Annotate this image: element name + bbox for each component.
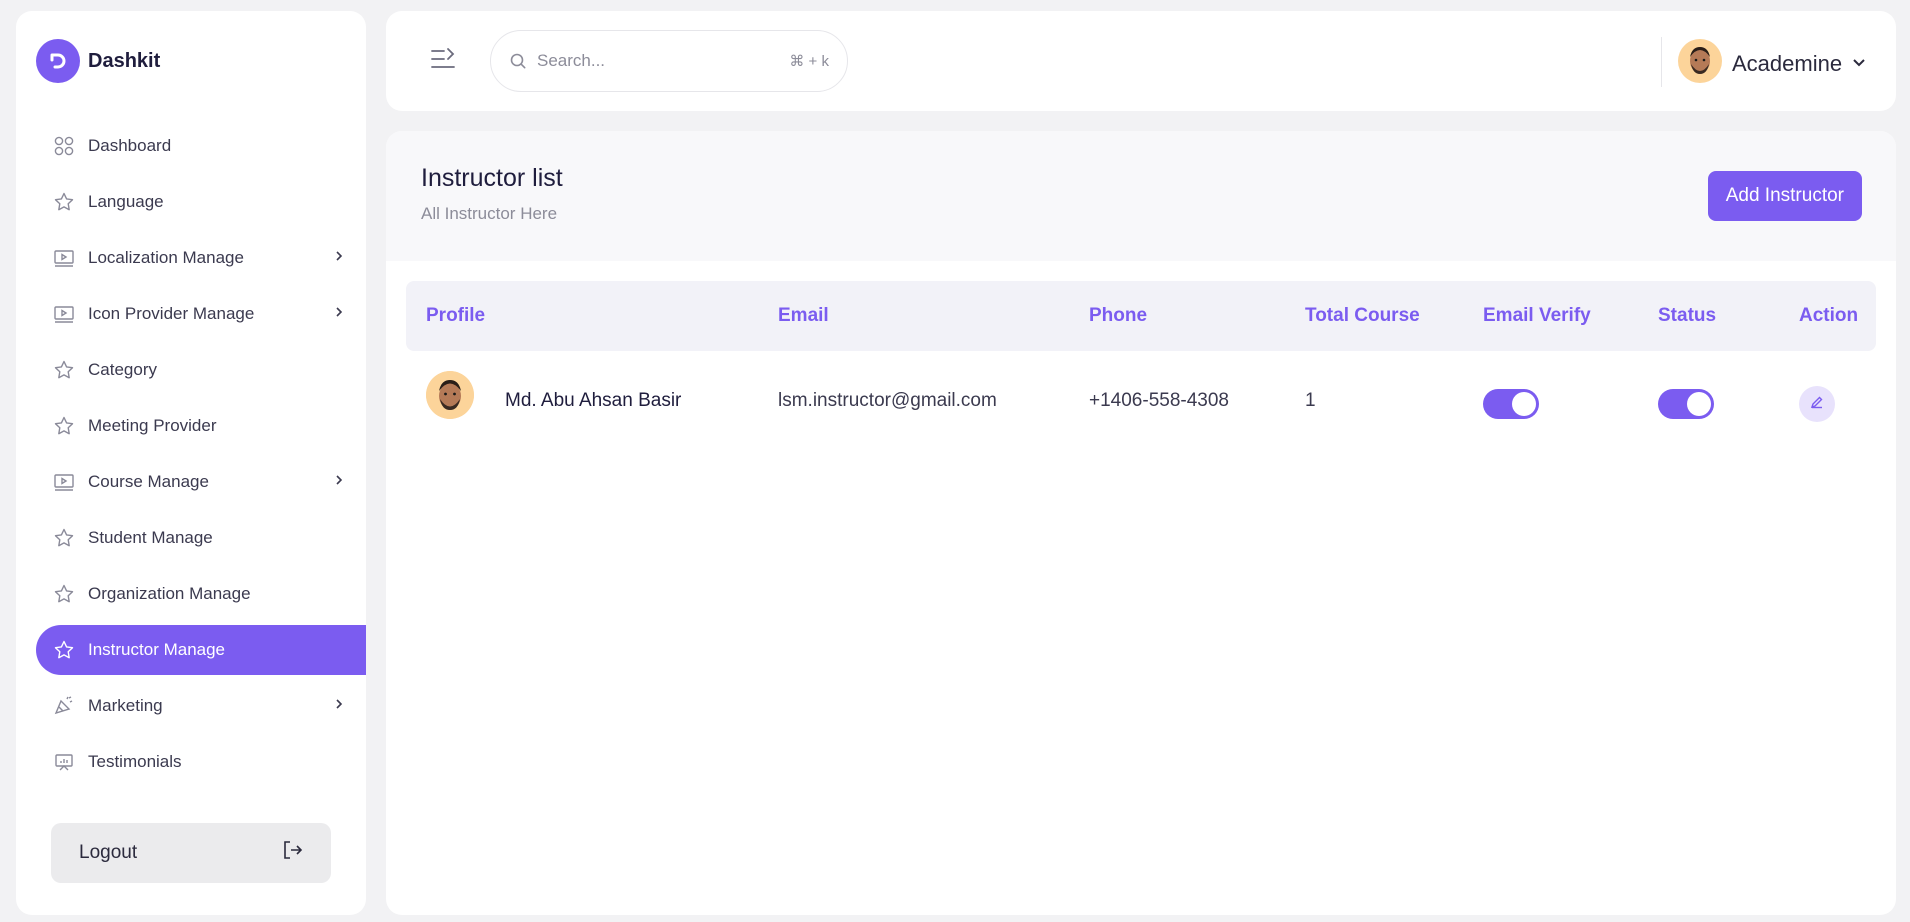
column-header-profile: Profile — [426, 305, 486, 326]
search-shortcut: ⌘ + k — [789, 53, 829, 70]
avatar — [1678, 39, 1722, 88]
sidebar-item-localization-manage[interactable]: Localization Manage — [36, 233, 366, 283]
status-toggle[interactable] — [1658, 389, 1714, 419]
star-icon — [52, 190, 76, 214]
sidebar-item-category[interactable]: Category — [36, 345, 366, 395]
star-icon — [52, 582, 76, 606]
edit-button[interactable] — [1799, 386, 1835, 422]
menu-toggle-icon[interactable] — [430, 47, 456, 76]
sidebar: Dashkit Dashboard Language Localization … — [16, 11, 366, 915]
search-box[interactable]: ⌘ + k — [490, 30, 848, 92]
star-icon — [52, 358, 76, 382]
sidebar-item-label: Meeting Provider — [88, 416, 217, 435]
brand[interactable]: Dashkit — [36, 39, 160, 83]
column-header-status: Status — [1658, 305, 1717, 326]
column-header-phone: Phone — [1089, 305, 1148, 326]
brand-name: Dashkit — [88, 49, 161, 72]
logout-icon — [281, 839, 303, 867]
logout-label: Logout — [79, 842, 138, 863]
sidebar-item-label: Dashboard — [88, 136, 172, 155]
screen-play-icon — [52, 302, 76, 326]
email-verify-toggle[interactable] — [1483, 389, 1539, 419]
sidebar-item-label: Organization Manage — [88, 584, 251, 603]
instructor-total-course: 1 — [1305, 390, 1316, 411]
sidebar-item-label: Icon Provider Manage — [88, 304, 255, 323]
star-icon — [52, 414, 76, 438]
column-header-email: Email — [778, 305, 829, 326]
instructor-email: lsm.instructor@gmail.com — [778, 390, 997, 411]
chevron-right-icon — [334, 248, 344, 268]
sidebar-item-instructor-manage[interactable]: Instructor Manage — [36, 625, 366, 675]
sidebar-item-marketing[interactable]: Marketing — [36, 681, 366, 731]
sidebar-item-dashboard[interactable]: Dashboard — [36, 121, 366, 171]
instructor-phone: +1406-558-4308 — [1089, 390, 1229, 411]
sidebar-item-language[interactable]: Language — [36, 177, 366, 227]
page-subtitle: All Instructor Here — [421, 204, 558, 223]
instructor-avatar — [426, 371, 474, 419]
presentation-icon — [52, 750, 76, 774]
search-input[interactable] — [537, 51, 790, 71]
sidebar-item-label: Testimonials — [88, 752, 182, 771]
screen-play-icon — [52, 470, 76, 494]
sidebar-item-icon-provider-manage[interactable]: Icon Provider Manage — [36, 289, 366, 339]
sidebar-item-meeting-provider[interactable]: Meeting Provider — [36, 401, 366, 451]
logout-button[interactable]: Logout — [51, 823, 331, 883]
column-header-action: Action — [1799, 305, 1859, 326]
megaphone-icon — [52, 694, 76, 718]
star-icon — [52, 526, 76, 550]
sidebar-item-label: Student Manage — [88, 528, 213, 547]
sidebar-item-label: Category — [88, 360, 157, 379]
sidebar-item-label: Localization Manage — [88, 248, 244, 267]
brand-logo-icon — [36, 39, 80, 83]
sidebar-item-course-manage[interactable]: Course Manage — [36, 457, 366, 507]
table-row: Md. Abu Ahsan Basir lsm.instructor@gmail… — [406, 361, 1876, 441]
screen-play-icon — [52, 246, 76, 270]
chevron-right-icon — [334, 304, 344, 324]
header-divider — [1661, 37, 1662, 87]
sidebar-item-label: Marketing — [88, 696, 163, 715]
sidebar-item-label: Language — [88, 192, 164, 211]
chevron-right-icon — [334, 696, 344, 716]
top-header: ⌘ + k Academine — [386, 11, 1896, 111]
instructor-name: Md. Abu Ahsan Basir — [505, 390, 682, 411]
star-icon — [52, 638, 76, 662]
add-instructor-button[interactable]: Add Instructor — [1707, 171, 1862, 221]
table-header: Profile Email Phone Total Course Email V… — [406, 281, 1876, 351]
sidebar-item-organization-manage[interactable]: Organization Manage — [36, 569, 366, 619]
grid-icon — [52, 134, 76, 158]
chevron-down-icon — [1852, 55, 1866, 73]
card-header: Instructor list All Instructor Here Add … — [386, 131, 1896, 261]
user-menu[interactable]: Academine — [1678, 39, 1866, 88]
sidebar-item-student-manage[interactable]: Student Manage — [36, 513, 366, 563]
column-header-email-verify: Email Verify — [1483, 305, 1591, 326]
sidebar-nav: Dashboard Language Localization Manage I… — [36, 121, 366, 793]
page-title: Instructor list — [421, 164, 563, 192]
user-name: Academine — [1732, 50, 1843, 76]
sidebar-item-testimonials[interactable]: Testimonials — [36, 737, 366, 787]
chevron-right-icon — [334, 472, 344, 492]
pencil-icon — [1810, 395, 1824, 414]
search-icon — [509, 52, 527, 70]
sidebar-item-label: Course Manage — [88, 472, 209, 491]
sidebar-item-label: Instructor Manage — [88, 640, 226, 659]
column-header-total-course: Total Course — [1305, 305, 1420, 326]
instructor-card: Instructor list All Instructor Here Add … — [386, 131, 1896, 915]
